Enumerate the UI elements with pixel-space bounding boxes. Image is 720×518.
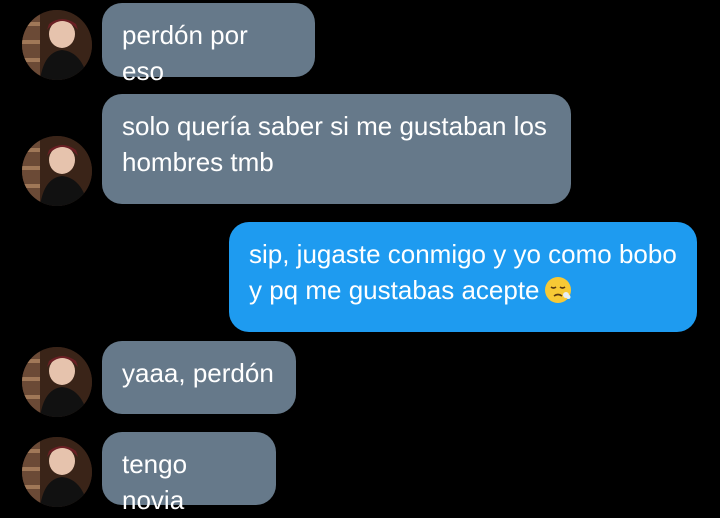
outgoing-message-bubble[interactable]: sip, jugaste conmigo y yo como bobo y pq…	[229, 222, 697, 332]
contact-avatar[interactable]	[22, 347, 92, 417]
message-text: solo quería saber si me gustaban los hom…	[122, 111, 547, 177]
avatar-image	[22, 136, 92, 206]
avatar-image	[22, 347, 92, 417]
avatar-image	[22, 437, 92, 507]
contact-avatar[interactable]	[22, 10, 92, 80]
incoming-message-bubble[interactable]: solo quería saber si me gustaban los hom…	[102, 94, 571, 204]
incoming-message-bubble[interactable]: tengo novia	[102, 432, 276, 515]
message-text: perdón por eso	[122, 20, 248, 86]
contact-avatar[interactable]	[22, 136, 92, 206]
incoming-message-bubble[interactable]: perdón por eso	[102, 3, 315, 86]
message-text: yaaa, perdón	[122, 358, 274, 388]
contact-avatar[interactable]	[22, 437, 92, 507]
avatar-image	[22, 10, 92, 80]
sighing-face-emoji	[544, 277, 571, 303]
message-text: sip, jugaste conmigo y yo como bobo y pq…	[249, 239, 677, 305]
incoming-message-bubble[interactable]: yaaa, perdón	[102, 341, 296, 414]
message-text: tengo novia	[122, 449, 188, 515]
